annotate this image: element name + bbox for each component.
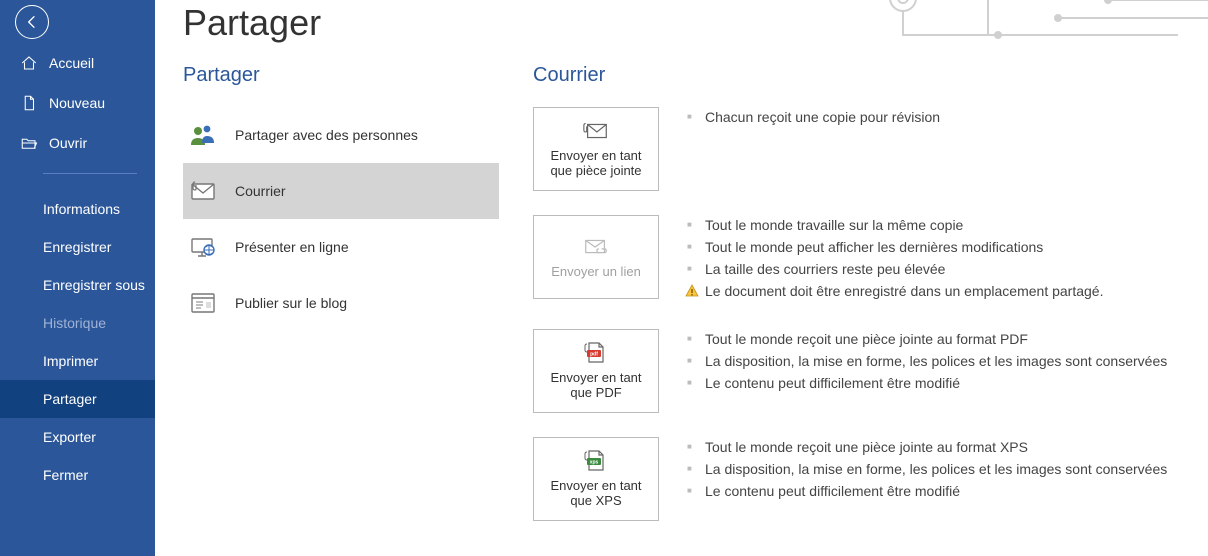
blog-icon (189, 289, 217, 317)
tile-label: Envoyer en tant que pièce jointe (538, 148, 654, 178)
sidebar-item-exporter[interactable]: Exporter (0, 418, 155, 456)
sidebar-item-label: Enregistrer (43, 239, 111, 255)
sidebar-item-enregistrer-sous[interactable]: Enregistrer sous (0, 266, 155, 304)
mail-attach-icon (189, 177, 217, 205)
new-doc-icon (20, 94, 38, 112)
tile-label: Envoyer en tant que XPS (538, 478, 654, 508)
sidebar-item-label: Exporter (43, 429, 96, 445)
share-option-presenter-en-ligne[interactable]: Présenter en ligne (183, 219, 499, 275)
back-button[interactable] (15, 5, 49, 39)
backstage-sidebar: Accueil Nouveau Ouvrir Informations Enre… (0, 0, 155, 556)
sidebar-item-accueil[interactable]: Accueil (0, 43, 155, 83)
mail-option-details: Chacun reçoit une copie pour révision (687, 107, 940, 191)
detail-bullet: Le contenu peut difficilement être modif… (687, 375, 1167, 391)
mail-option-details: Tout le monde travaille sur la même copi… (687, 215, 1103, 305)
open-folder-icon (20, 134, 38, 152)
sidebar-item-label: Enregistrer sous (43, 277, 145, 293)
detail-bullet: La disposition, la mise en forme, les po… (687, 353, 1167, 369)
sidebar-item-imprimer[interactable]: Imprimer (0, 342, 155, 380)
detail-bullet: Tout le monde reçoit une pièce jointe au… (687, 331, 1167, 347)
xps-file-icon: xps (582, 450, 610, 472)
tile-label: Envoyer en tant que PDF (538, 370, 654, 400)
sidebar-item-informations[interactable]: Informations (0, 190, 155, 228)
envelope-link-icon (582, 236, 610, 258)
sidebar-item-label: Partager (43, 391, 97, 407)
sidebar-item-label: Nouveau (49, 95, 105, 111)
sidebar-divider (43, 173, 137, 174)
detail-bullet: La disposition, la mise en forme, les po… (687, 461, 1167, 477)
mail-heading: Courrier (533, 64, 1208, 87)
share-option-label: Présenter en ligne (235, 239, 349, 255)
sidebar-item-label: Ouvrir (49, 135, 87, 151)
svg-text:xps: xps (590, 460, 599, 466)
home-icon (20, 54, 38, 72)
tile-label: Envoyer un lien (551, 264, 641, 279)
svg-text:pdf: pdf (590, 352, 598, 358)
sidebar-item-historique: Historique (0, 304, 155, 342)
page-title: Partager (183, 0, 1208, 44)
share-option-label: Publier sur le blog (235, 295, 347, 311)
sidebar-item-nouveau[interactable]: Nouveau (0, 83, 155, 123)
sidebar-item-label: Accueil (49, 55, 94, 71)
arrow-left-icon (24, 14, 40, 30)
share-option-publier-sur-le-blog[interactable]: Publier sur le blog (183, 275, 499, 331)
detail-warning: Le document doit être enregistré dans un… (687, 283, 1103, 299)
send-as-xps-button[interactable]: xps Envoyer en tant que XPS (533, 437, 659, 521)
sidebar-item-fermer[interactable]: Fermer (0, 456, 155, 494)
present-online-icon (189, 233, 217, 261)
sidebar-item-label: Informations (43, 201, 120, 217)
pdf-file-icon: pdf (582, 342, 610, 364)
share-option-courrier[interactable]: Courrier (183, 163, 499, 219)
sidebar-item-enregistrer[interactable]: Enregistrer (0, 228, 155, 266)
detail-bullet: Tout le monde peut afficher les dernière… (687, 239, 1103, 255)
sidebar-item-label: Historique (43, 315, 106, 331)
envelope-attach-icon (582, 120, 610, 142)
send-a-link-button: Envoyer un lien (533, 215, 659, 299)
send-as-attachment-button[interactable]: Envoyer en tant que pièce jointe (533, 107, 659, 191)
mail-option-details: Tout le monde reçoit une pièce jointe au… (687, 329, 1167, 413)
sidebar-item-ouvrir[interactable]: Ouvrir (0, 123, 155, 163)
share-option-partager-avec-des-personnes[interactable]: Partager avec des personnes (183, 107, 499, 163)
detail-bullet: Le contenu peut difficilement être modif… (687, 483, 1167, 499)
share-heading: Partager (183, 64, 533, 87)
sidebar-item-label: Fermer (43, 467, 88, 483)
mail-option-details: Tout le monde reçoit une pièce jointe au… (687, 437, 1167, 521)
warning-icon (685, 284, 699, 301)
sidebar-item-partager[interactable]: Partager (0, 380, 155, 418)
detail-bullet: La taille des courriers reste peu élevée (687, 261, 1103, 277)
detail-bullet: Tout le monde reçoit une pièce jointe au… (687, 439, 1167, 455)
share-option-label: Courrier (235, 183, 286, 199)
send-as-pdf-button[interactable]: pdf Envoyer en tant que PDF (533, 329, 659, 413)
detail-bullet: Tout le monde travaille sur la même copi… (687, 217, 1103, 233)
detail-bullet: Chacun reçoit une copie pour révision (687, 109, 940, 125)
sidebar-item-label: Imprimer (43, 353, 98, 369)
share-people-icon (189, 121, 217, 149)
share-option-label: Partager avec des personnes (235, 127, 418, 143)
